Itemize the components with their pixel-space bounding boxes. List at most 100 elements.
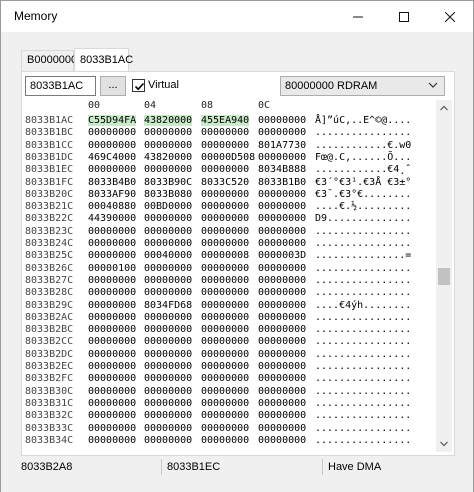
memory-word[interactable]: 00000000 <box>258 336 306 347</box>
memory-word[interactable]: 00000000 <box>201 336 249 347</box>
memory-word[interactable]: 00000000 <box>201 373 249 384</box>
memory-word[interactable]: 00000000 <box>258 386 306 397</box>
memory-word[interactable]: 00BD0000 <box>144 201 192 212</box>
memory-word[interactable]: 00000000 <box>144 386 192 397</box>
memory-word[interactable]: 00000000 <box>88 361 136 372</box>
memory-word[interactable]: 00000000 <box>144 349 192 360</box>
memory-word[interactable]: 00000000 <box>88 423 136 434</box>
memory-row[interactable]: 8033B1BC 00000000 00000000 00000000 00000000… <box>22 127 436 138</box>
row-ascii[interactable]: ................ <box>315 423 411 434</box>
row-ascii[interactable]: €3´°€3¹.€3Å €3±° <box>315 177 411 188</box>
memory-word[interactable]: 00000000 <box>258 361 306 372</box>
memory-word[interactable]: 00000000 <box>88 238 136 249</box>
memory-word[interactable]: 00000000 <box>258 275 306 286</box>
memory-row[interactable]: 8033B34C 00000000 00000000 00000000 00000000… <box>22 435 436 446</box>
row-ascii[interactable]: ................ <box>315 324 411 335</box>
memory-word[interactable]: 00000000 <box>258 373 306 384</box>
row-ascii[interactable]: ................ <box>315 435 411 446</box>
memory-word[interactable]: 00000000 <box>88 435 136 446</box>
row-ascii[interactable]: ................ <box>315 238 411 249</box>
memory-word[interactable]: 00000000 <box>258 324 306 335</box>
memory-word[interactable]: 8033C520 <box>201 177 249 188</box>
memory-word[interactable]: 00000000 <box>258 115 306 126</box>
memory-word[interactable]: 00000000 <box>88 336 136 347</box>
close-button[interactable] <box>427 1 473 32</box>
memory-word[interactable]: 00000000 <box>201 189 249 200</box>
row-ascii[interactable]: ................ <box>315 373 411 384</box>
memory-word[interactable]: 00000000 <box>88 312 136 323</box>
memory-row[interactable]: 8033B25C 00000000 00040000 00000008 0000003D… <box>22 250 436 261</box>
memory-row[interactable]: 8033B1CC 00000000 00000000 00000000 801A7730… <box>22 140 436 151</box>
memory-word[interactable]: 00000000 <box>258 349 306 360</box>
row-ascii[interactable]: Fœ@.C‚......Õ... <box>315 152 411 163</box>
memory-row[interactable]: 8033B2DC 00000000 00000000 00000000 00000000… <box>22 349 436 360</box>
memory-word[interactable]: 00000000 <box>144 213 192 224</box>
memory-row[interactable]: 8033B2CC 00000000 00000000 00000000 00000000… <box>22 336 436 347</box>
memory-word[interactable]: 00000000 <box>201 164 249 175</box>
memory-word[interactable]: 00000000 <box>258 287 306 298</box>
memory-word[interactable]: 00000000 <box>258 410 306 421</box>
row-ascii[interactable]: ................ <box>315 263 411 274</box>
memory-word[interactable]: 00000000 <box>144 238 192 249</box>
memory-word[interactable]: 00000000 <box>201 263 249 274</box>
memory-word[interactable]: 00000000 <box>144 140 192 151</box>
memory-word[interactable]: 00000000 <box>201 201 249 212</box>
row-ascii[interactable]: ................ <box>315 398 411 409</box>
memory-row[interactable]: 8033B2FC 00000000 00000000 00000000 00000000… <box>22 373 436 384</box>
row-ascii[interactable]: ....€4ýh........ <box>315 300 411 311</box>
memory-word[interactable]: 0000003D <box>258 250 306 261</box>
memory-word[interactable]: 801A7730 <box>258 140 306 151</box>
memory-word[interactable]: 43820000 <box>144 115 193 126</box>
memory-word[interactable]: 00000000 <box>144 373 192 384</box>
minimize-button[interactable] <box>335 1 381 32</box>
memory-word[interactable]: 00000000 <box>88 386 136 397</box>
memory-word[interactable]: 00000000 <box>144 164 192 175</box>
memory-word[interactable]: 43820000 <box>144 152 192 163</box>
memory-word[interactable]: 455EA940 <box>201 115 250 126</box>
memory-word[interactable]: 00000D508 <box>201 152 255 163</box>
memory-word[interactable]: 8033B4B0 <box>88 177 136 188</box>
memory-word[interactable]: 00000000 <box>201 275 249 286</box>
memory-row[interactable]: 8033B22C 44390000 00000000 00000000 00000000… <box>22 213 436 224</box>
row-ascii[interactable]: ............€4¸ˆ <box>315 164 411 175</box>
memory-word[interactable]: 00000000 <box>88 250 136 261</box>
memory-word[interactable]: 00000000 <box>88 140 136 151</box>
memory-word[interactable]: 00000000 <box>201 312 249 323</box>
address-input[interactable]: 8033B1AC <box>25 76 96 96</box>
memory-word[interactable]: 8033B90C <box>144 177 192 188</box>
row-ascii[interactable]: ................ <box>315 349 411 360</box>
memory-word[interactable]: 00000000 <box>201 140 249 151</box>
memory-word[interactable]: 00000000 <box>201 127 249 138</box>
row-ascii[interactable]: ................ <box>315 312 411 323</box>
memory-word[interactable]: 00000000 <box>258 423 306 434</box>
memory-word[interactable]: 00000000 <box>144 361 192 372</box>
memory-word[interactable]: 8034FD68 <box>144 300 192 311</box>
memory-word[interactable]: 00000000 <box>201 410 249 421</box>
row-ascii[interactable]: ................ <box>315 287 411 298</box>
memory-word[interactable]: 00000000 <box>201 238 249 249</box>
row-ascii[interactable]: ................ <box>315 386 411 397</box>
memory-row[interactable]: 8033B33C 00000000 00000000 00000000 00000000… <box>22 423 436 434</box>
memory-row[interactable]: 8033B30C 00000000 00000000 00000000 00000000… <box>22 386 436 397</box>
memory-word[interactable]: 00000000 <box>144 336 192 347</box>
memory-word[interactable]: 8033B080 <box>144 189 192 200</box>
memory-region-select[interactable]: 80000000 RDRAM <box>280 76 445 96</box>
memory-word[interactable]: 00000000 <box>144 410 192 421</box>
memory-word[interactable]: 00000000 <box>88 287 136 298</box>
memory-row[interactable]: 8033B1EC 00000000 00000000 00000000 8034B888… <box>22 164 436 175</box>
memory-word[interactable]: 00000000 <box>144 287 192 298</box>
memory-word[interactable]: 00000000 <box>201 213 249 224</box>
memory-word[interactable]: 00000000 <box>144 263 192 274</box>
memory-word[interactable]: 44390000 <box>88 213 136 224</box>
memory-word[interactable]: 00000000 <box>258 189 306 200</box>
memory-row[interactable]: 8033B2AC 00000000 00000000 00000000 00000000… <box>22 312 436 323</box>
memory-row[interactable]: 8033B1FC 8033B4B0 8033B90C 8033C520 8033B1B0… <box>22 177 436 188</box>
tab-8033b1ac[interactable]: 8033B1AC <box>74 48 133 71</box>
memory-word[interactable]: 00000000 <box>88 398 136 409</box>
memory-word[interactable]: 00040880 <box>88 201 136 212</box>
row-ascii[interactable]: ...............= <box>315 250 411 261</box>
memory-row[interactable]: 8033B24C 00000000 00000000 00000000 00000000… <box>22 238 436 249</box>
memory-row[interactable]: 8033B20C 8033AF90 8033B080 00000000 00000000… <box>22 189 436 200</box>
memory-word[interactable]: 00000000 <box>88 373 136 384</box>
memory-row[interactable]: 8033B2EC 00000000 00000000 00000000 00000000… <box>22 361 436 372</box>
